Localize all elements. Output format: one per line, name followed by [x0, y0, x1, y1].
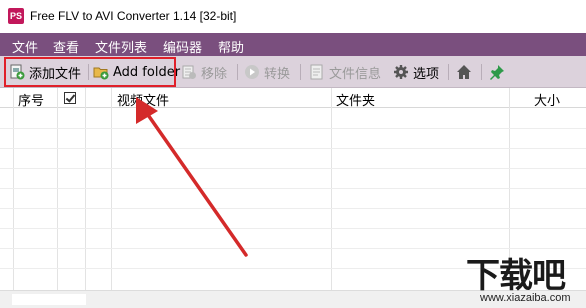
options-button[interactable]: 选项 — [393, 61, 439, 83]
grid-line — [0, 208, 586, 209]
convert-icon — [244, 64, 260, 80]
menu-encoder[interactable]: 编码器 — [163, 37, 202, 56]
grid-line — [0, 228, 586, 229]
home-icon — [456, 64, 472, 80]
column-size[interactable]: 大小 — [534, 90, 560, 109]
gear-icon — [393, 64, 409, 80]
highlight-annotation-box — [4, 57, 176, 87]
grid-line — [111, 88, 112, 290]
menu-bar: 文件 查看 文件列表 编码器 帮助 — [0, 33, 586, 56]
title-bar: PS Free FLV to AVI Converter 1.14 [32-bi… — [0, 0, 586, 33]
pin-icon — [489, 64, 505, 80]
options-label: 选项 — [413, 66, 440, 82]
grid-line — [331, 88, 332, 290]
grid-header: 序号 视频文件 文件夹 大小 — [0, 88, 586, 109]
file-info-icon — [309, 64, 325, 80]
watermark-url: www.xiazaiba.com — [480, 292, 571, 304]
convert-button[interactable]: 转换 — [244, 61, 290, 83]
scrollbar-thumb[interactable] — [12, 294, 86, 305]
window-title: Free FLV to AVI Converter 1.14 [32-bit] — [30, 9, 237, 23]
file-info-label: 文件信息 — [329, 66, 382, 82]
watermark-text: 下载吧 — [466, 256, 566, 296]
remove-label: 移除 — [201, 66, 228, 82]
menu-view[interactable]: 查看 — [53, 37, 79, 56]
toolbar-separator — [481, 64, 482, 80]
watermark-logo: 下载吧 www.xiazaiba.com — [460, 246, 584, 308]
menu-help[interactable]: 帮助 — [218, 37, 244, 56]
toolbar-separator — [300, 64, 301, 80]
menu-file[interactable]: 文件 — [12, 37, 38, 56]
home-button[interactable] — [456, 61, 476, 83]
grid-line — [57, 88, 58, 290]
select-all-checkbox[interactable] — [64, 92, 76, 104]
remove-button[interactable]: 移除 — [181, 61, 227, 83]
grid-line — [13, 88, 14, 290]
toolbar-separator — [448, 64, 449, 80]
toolbar-separator — [237, 64, 238, 80]
file-info-button[interactable]: 文件信息 — [309, 61, 381, 83]
grid-line — [0, 188, 586, 189]
app-icon: PS — [8, 8, 24, 24]
column-video-file[interactable]: 视频文件 — [117, 90, 169, 109]
column-folder[interactable]: 文件夹 — [336, 90, 375, 109]
remove-icon — [181, 64, 197, 80]
convert-label: 转换 — [264, 66, 291, 82]
grid-line — [85, 88, 86, 290]
column-index[interactable]: 序号 — [18, 90, 44, 109]
grid-line — [0, 168, 586, 169]
grid-line — [0, 128, 586, 129]
grid-line — [0, 148, 586, 149]
pin-button[interactable] — [489, 61, 509, 83]
menu-file-list[interactable]: 文件列表 — [95, 37, 147, 56]
